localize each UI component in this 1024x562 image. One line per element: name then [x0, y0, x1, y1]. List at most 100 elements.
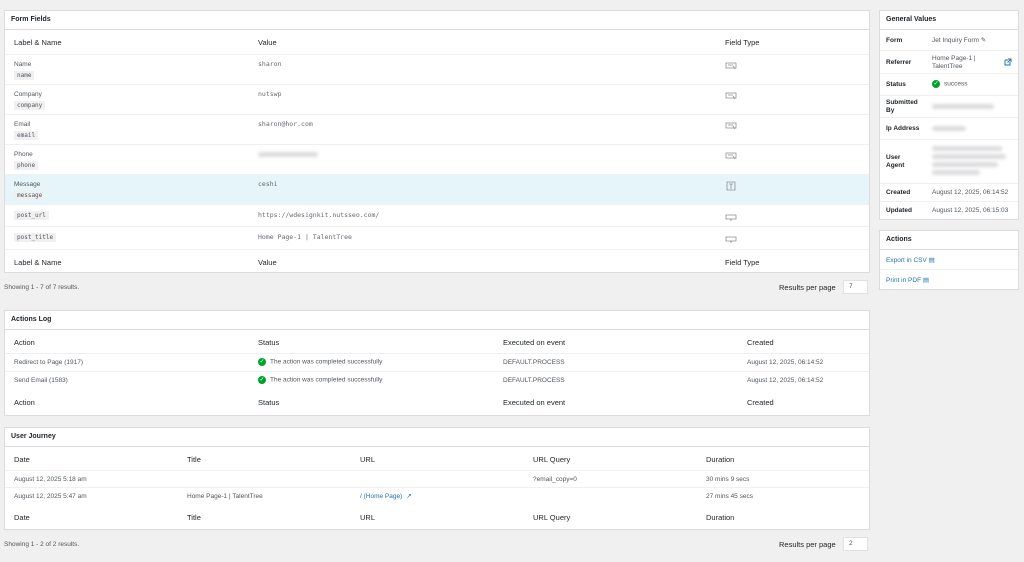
field-name-code: company: [14, 101, 46, 110]
gv-created-row: Created August 12, 2025, 06:14:52: [880, 184, 1018, 202]
journey-row: August 12, 2025 5:18 am ?email_copy=0 30 m…: [5, 471, 869, 488]
col-label-name: Label & Name: [14, 38, 62, 47]
field-label: Name: [14, 61, 32, 68]
text-field-icon: [725, 121, 737, 130]
gv-status-value: success: [944, 80, 968, 88]
general-values-title: General Values: [880, 11, 1018, 30]
col-duration: Duration: [706, 455, 735, 464]
field-value-redacted: [258, 152, 318, 157]
journey-url: / (Home Page): [360, 493, 403, 500]
gv-ip-row: Ip Address: [880, 118, 1018, 140]
gv-form-row: Form Jet Inquiry Form ✎: [880, 30, 1018, 51]
field-name-code: name: [14, 71, 35, 80]
field-value: Home Page-1 | TalentTree: [258, 233, 352, 241]
journey-url-link[interactable]: / (Home Page) ↗: [360, 492, 412, 500]
field-name-code: phone: [14, 161, 39, 170]
journey-duration: 27 mins 45 secs: [706, 493, 753, 500]
action-log-row: Send Email (1583) ✓ The action was complet…: [5, 372, 869, 390]
text-field-icon: [725, 151, 737, 160]
user-journey-panel: User Journey Date Title URL URL Query Du…: [4, 427, 870, 530]
user-journey-footer-row: Date Title URL URL Query Duration: [5, 505, 869, 529]
export-csv-link[interactable]: Export in CSV ▤: [886, 256, 935, 264]
action-status: ✓ The action was completed successfully: [258, 358, 382, 366]
field-name-code: email: [14, 131, 39, 140]
col-event-footer: Executed on event: [503, 398, 566, 407]
gv-updated-value: August 12, 2025, 06:15:03: [932, 207, 1009, 214]
form-fields-header-row: Label & Name Value Field Type: [5, 30, 869, 55]
action-name: Redirect to Page (1917): [14, 359, 84, 366]
hidden-field-icon: [725, 234, 737, 243]
gv-status-label: Status: [886, 81, 906, 88]
form-fields-title: Form Fields: [5, 11, 869, 30]
print-pdf-row: Print in PDF ▤: [880, 270, 1018, 290]
journey-date: August 12, 2025 5:47 am: [14, 493, 87, 500]
col-date-footer: Date: [14, 513, 30, 522]
external-link-icon: ↗: [406, 493, 412, 500]
col-duration-footer: Duration: [706, 513, 735, 522]
form-field-row: post_title Home Page-1 | TalentTree: [5, 227, 869, 249]
user-journey-rpp-input[interactable]: 2: [843, 537, 868, 551]
user-journey-showing: Showing 1 - 2 of 2 results.: [4, 541, 80, 548]
form-field-row: post_url https://wdesignkit.nutsseo.com/: [5, 205, 869, 227]
form-fields-rpp-input[interactable]: 7: [843, 280, 868, 294]
form-field-row: Name name sharon: [5, 55, 869, 85]
action-event: DEFAULT.PROCESS: [503, 377, 565, 384]
action-event: DEFAULT.PROCESS: [503, 359, 565, 366]
check-circle-icon: ✓: [258, 358, 266, 366]
field-name-code: message: [14, 191, 46, 200]
gv-agent-label: User Agent: [886, 154, 905, 169]
gv-referrer-link[interactable]: Home Page-1 | TalentTree: [932, 55, 992, 71]
textarea-field-icon: [725, 181, 737, 191]
col-url-query: URL Query: [533, 455, 571, 464]
action-status: ✓ The action was completed successfully: [258, 376, 382, 384]
col-title: Title: [187, 455, 201, 464]
form-field-row: Message message ceshi: [5, 175, 869, 205]
gv-submitted-label: Submitted By: [886, 99, 918, 114]
actions-log-header-row: Action Status Executed on event Created: [5, 330, 869, 354]
gv-status-value-wrap: ✓ success: [932, 80, 967, 89]
journey-row: August 12, 2025 5:47 am Home Page-1 | Tal…: [5, 488, 869, 505]
form-fields-footer-row: Label & Name Value Field Type: [5, 249, 869, 273]
document-icon: ▤: [928, 257, 935, 264]
external-link-icon[interactable]: [1004, 58, 1012, 66]
col-label-name-footer: Label & Name: [14, 258, 62, 267]
form-field-row: Company company nutswp: [5, 85, 869, 115]
hidden-field-icon: [725, 212, 737, 221]
check-circle-icon: ✓: [258, 376, 266, 384]
gv-agent-row: User Agent: [880, 140, 1018, 184]
gv-form-label: Form: [886, 37, 903, 44]
col-url-footer: URL: [360, 513, 376, 522]
document-icon: ▤: [922, 277, 930, 284]
gv-created-label: Created: [886, 189, 911, 196]
col-value-footer: Value: [258, 258, 277, 267]
action-name: Send Email (1583): [14, 377, 68, 384]
col-status: Status: [258, 338, 280, 347]
field-value: https://wdesignkit.nutsseo.com/: [258, 211, 380, 219]
print-pdf-link[interactable]: Print in PDF ▤: [886, 276, 929, 284]
general-values-panel: General Values Form Jet Inquiry Form ✎ R…: [879, 10, 1019, 220]
field-value: ceshi: [258, 180, 278, 188]
user-journey-header-row: Date Title URL URL Query Duration: [5, 447, 869, 471]
gv-agent-redacted-2: [932, 154, 1006, 159]
text-field-icon: [725, 61, 737, 70]
text-field-icon: [725, 91, 737, 100]
check-circle-icon: ✓: [932, 80, 940, 88]
journey-duration: 30 mins 9 secs: [706, 476, 750, 483]
col-value: Value: [258, 38, 277, 47]
col-url: URL: [360, 455, 376, 464]
col-created-footer: Created: [747, 398, 774, 407]
field-label: Email: [14, 121, 31, 128]
user-journey-rpp-label: Results per page: [779, 540, 836, 549]
gv-submitted-redacted: [932, 104, 994, 109]
gv-created-value: August 12, 2025, 06:14:52: [932, 189, 1009, 196]
print-pdf-label: Print in PDF: [886, 277, 922, 284]
action-created: August 12, 2025, 06:14:52: [747, 377, 824, 384]
export-csv-row: Export in CSV ▤: [880, 250, 1018, 270]
col-field-type: Field Type: [725, 38, 760, 47]
gv-form-value: Jet Inquiry Form: [932, 37, 979, 44]
gv-ip-redacted: [932, 126, 966, 131]
field-value: sharon: [258, 60, 282, 68]
actions-log-footer-row: Action Status Executed on event Created: [5, 390, 869, 414]
col-created: Created: [747, 338, 774, 347]
gv-form-link[interactable]: Jet Inquiry Form ✎: [932, 37, 986, 45]
